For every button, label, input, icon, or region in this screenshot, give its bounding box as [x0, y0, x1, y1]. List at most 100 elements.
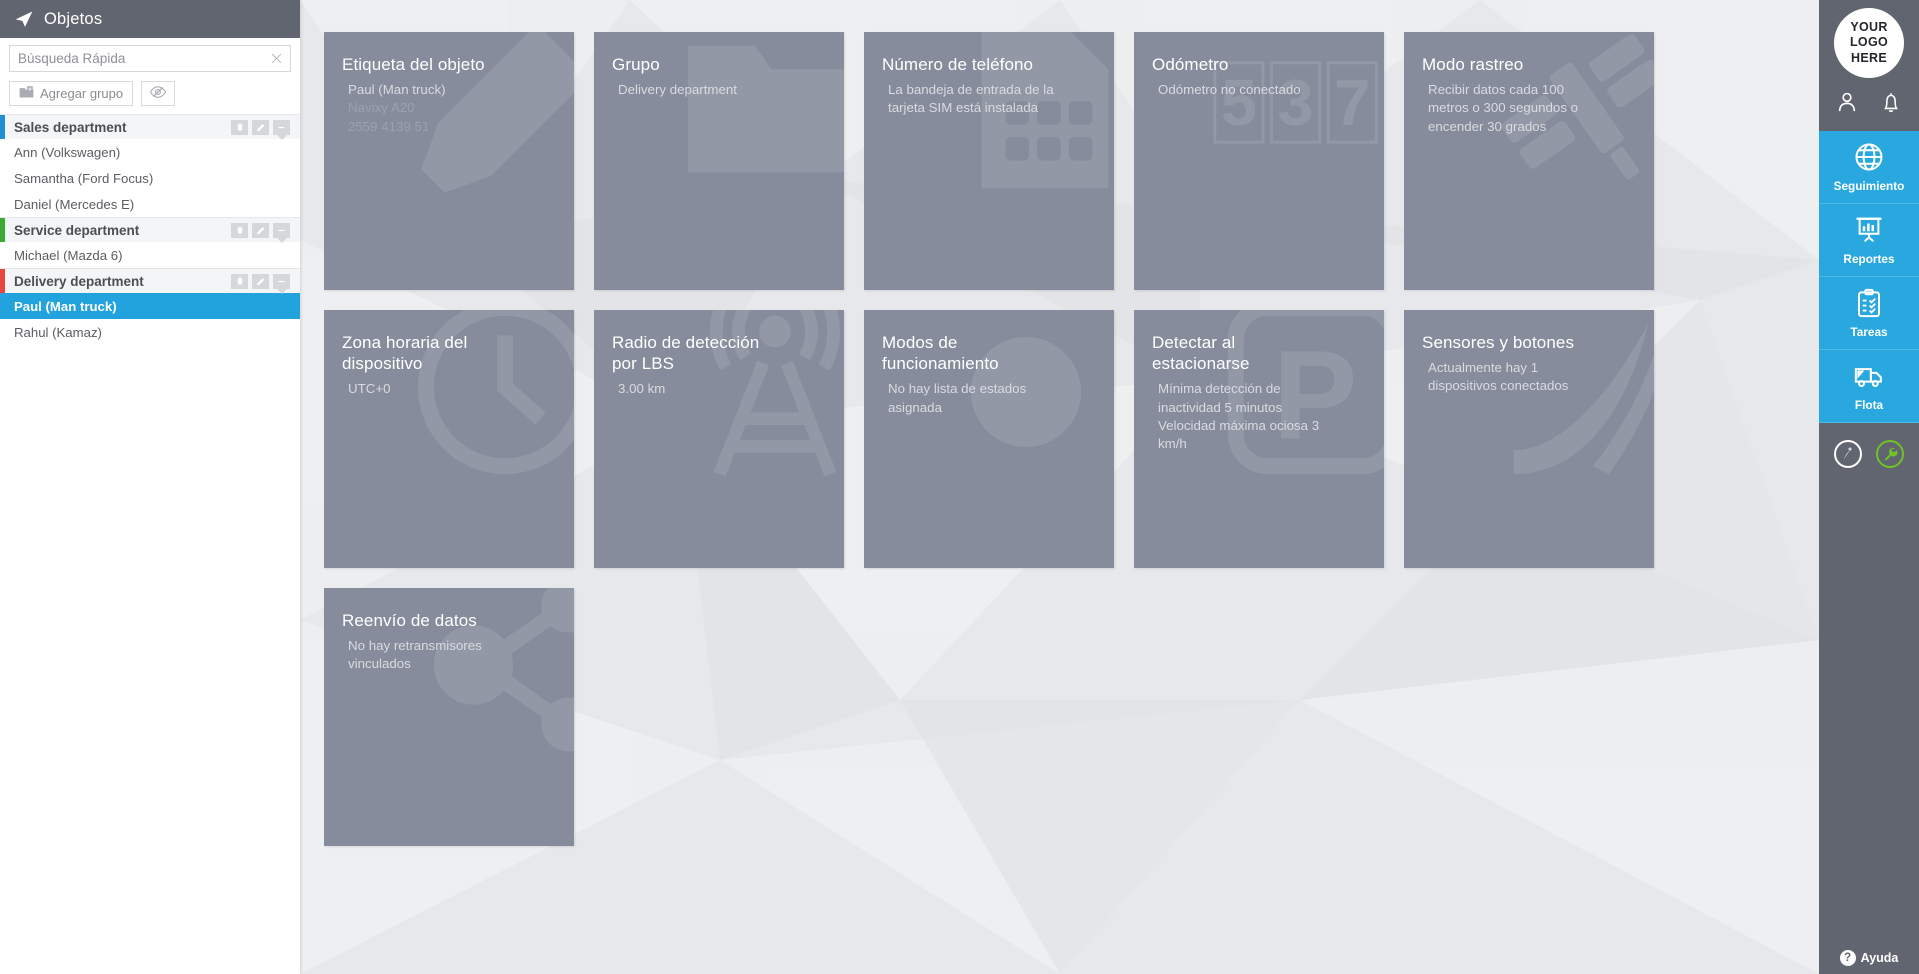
- group-header-delivery[interactable]: Delivery department: [0, 268, 300, 293]
- toggle-visibility-button[interactable]: [141, 81, 176, 106]
- rail-top-icons: [1836, 90, 1902, 119]
- group-actions: [231, 119, 300, 135]
- truck-icon: [1854, 361, 1884, 394]
- list-item[interactable]: Rahul (Kamaz): [0, 319, 300, 345]
- user-icon[interactable]: [1836, 90, 1858, 119]
- card-body: Sensores y botones Actualmente hay 1 dis…: [1404, 310, 1654, 396]
- card-subtitle: UTC+0: [348, 381, 391, 397]
- close-icon[interactable]: [264, 47, 288, 71]
- group-name: Service department: [14, 222, 140, 238]
- group-header-service[interactable]: Service department: [0, 217, 300, 242]
- card-operation-modes[interactable]: Modos de funcionamiento No hay lista de …: [864, 310, 1114, 568]
- card-group[interactable]: Grupo Delivery department: [594, 32, 844, 290]
- help-button[interactable]: ? Ayuda: [1819, 942, 1919, 974]
- wrench-icon[interactable]: [1876, 440, 1904, 468]
- trash-icon[interactable]: [231, 273, 248, 289]
- pencil-icon[interactable]: [252, 273, 269, 289]
- group-actions: [231, 273, 300, 289]
- card-body: Grupo Delivery department: [594, 32, 844, 99]
- object-settings-main: Etiqueta del objeto Paul (Man truck) Nav…: [300, 0, 1819, 974]
- card-title: Etiqueta del objeto: [342, 55, 485, 74]
- list-item-selected[interactable]: Paul (Man truck): [0, 293, 300, 319]
- rail-item-reports[interactable]: Reportes: [1819, 204, 1919, 277]
- list-item[interactable]: Daniel (Mercedes E): [0, 191, 300, 217]
- card-title: Sensores y botones: [1422, 333, 1575, 352]
- add-group-label: Agregar grupo: [40, 86, 124, 101]
- card-title: Modo rastreo: [1422, 55, 1524, 74]
- pencil-icon[interactable]: [252, 119, 269, 135]
- group-header-sales[interactable]: Sales department: [0, 114, 300, 139]
- card-subtitle: Mínima detección de inactividad 5 minuto…: [1152, 380, 1330, 453]
- group-color-bar: [0, 115, 5, 139]
- panel-toolbar: Agregar grupo: [0, 72, 300, 114]
- card-title: Reenvío de datos: [342, 611, 477, 630]
- rail-item-fleet[interactable]: Flota: [1819, 350, 1919, 423]
- card-title: Detectar al estacionarse: [1152, 333, 1250, 374]
- collapse-icon[interactable]: [273, 222, 290, 238]
- object-group-list[interactable]: Sales department Ann (Volkswagen) Samant…: [0, 114, 300, 974]
- trash-icon[interactable]: [231, 222, 248, 238]
- rail-item-label: Flota: [1854, 397, 1884, 412]
- card-odometer[interactable]: 537 Odómetro Odómetro no conectado: [1134, 32, 1384, 290]
- rail-item-tracking[interactable]: Seguimiento: [1819, 131, 1919, 204]
- app-root: Objetos Agregar grupo: [0, 0, 1919, 974]
- card-subtitle: Recibir datos cada 100 metros o 300 segu…: [1428, 82, 1579, 134]
- card-body: Reenvío de datos No hay retransmisores v…: [324, 588, 574, 674]
- group-color-bar: [0, 218, 5, 242]
- group-actions: [231, 222, 300, 238]
- bell-icon[interactable]: [1880, 90, 1902, 119]
- right-navigation-rail: YOUR LOGO HERE Seguimiento Reportes Tare…: [1819, 0, 1919, 974]
- collapse-icon[interactable]: [273, 273, 290, 289]
- rail-item-label: Seguimiento: [1833, 178, 1905, 193]
- card-title: Modos de funcionamiento: [882, 333, 999, 374]
- card-subtitle: No hay retransmisores vinculados: [348, 638, 482, 672]
- card-body: Odómetro Odómetro no conectado: [1134, 32, 1384, 99]
- card-title: Odómetro: [1152, 55, 1229, 74]
- card-title: Número de teléfono: [882, 55, 1034, 74]
- card-body: Modos de funcionamiento No hay lista de …: [864, 310, 1114, 417]
- list-item[interactable]: Michael (Mazda 6): [0, 242, 300, 268]
- logo[interactable]: YOUR LOGO HERE: [1834, 8, 1904, 78]
- list-item[interactable]: Ann (Volkswagen): [0, 139, 300, 165]
- collapse-icon[interactable]: [273, 119, 290, 135]
- card-sub-line: Paul (Man truck): [348, 82, 446, 98]
- group-color-bar: [0, 269, 5, 293]
- card-tracking-mode[interactable]: Modo rastreo Recibir datos cada 100 metr…: [1404, 32, 1654, 290]
- logo-line-1: YOUR: [1850, 20, 1888, 35]
- globe-icon: [1854, 142, 1884, 175]
- help-label: Ayuda: [1860, 951, 1899, 965]
- card-title: Zona horaria del dispositivo: [342, 333, 468, 374]
- question-mark-icon: ?: [1839, 950, 1856, 966]
- card-title: Radio de detección por LBS: [612, 333, 760, 374]
- add-group-button[interactable]: Agregar grupo: [9, 81, 134, 106]
- list-item[interactable]: Samantha (Ford Focus): [0, 165, 300, 191]
- rail-item-tasks[interactable]: Tareas: [1819, 277, 1919, 350]
- logo-line-2: LOGO: [1849, 35, 1888, 50]
- card-subtitle: Actualmente hay 1 dispositivos conectado…: [1428, 360, 1569, 394]
- card-data-forwarding[interactable]: Reenvío de datos No hay retransmisores v…: [324, 588, 574, 846]
- card-device-timezone[interactable]: Zona horaria del dispositivo UTC+0: [324, 310, 574, 568]
- card-phone-number[interactable]: Número de teléfono La bandeja de entrada…: [864, 32, 1114, 290]
- search-box: [9, 45, 291, 72]
- card-body: Zona horaria del dispositivo UTC+0: [324, 310, 574, 399]
- page-title: Objetos: [44, 9, 103, 28]
- card-object-label[interactable]: Etiqueta del objeto Paul (Man truck) Nav…: [324, 32, 574, 290]
- pencil-icon[interactable]: [252, 222, 269, 238]
- logo-line-3: HERE: [1851, 50, 1887, 65]
- card-body: Modo rastreo Recibir datos cada 100 metr…: [1404, 32, 1654, 136]
- card-sensors-buttons[interactable]: Sensores y botones Actualmente hay 1 dis…: [1404, 310, 1654, 568]
- card-subtitle: Odómetro no conectado: [1158, 82, 1301, 98]
- card-subtitle: Delivery department: [618, 82, 737, 98]
- card-body: Detectar al estacionarse Mínima detecció…: [1134, 310, 1384, 454]
- trash-icon[interactable]: [231, 119, 248, 135]
- group-name: Sales department: [14, 119, 127, 135]
- card-lbs-detection-radius[interactable]: Radio de detección por LBS 3.00 km: [594, 310, 844, 568]
- report-chart-icon: [1854, 215, 1884, 248]
- search-input[interactable]: [10, 51, 264, 66]
- cursor-add-icon[interactable]: [1834, 440, 1862, 468]
- card-subtitle: Paul (Man truck) Navixy A20 2559 4139 51: [342, 81, 556, 136]
- rail-item-label: Reportes: [1843, 251, 1895, 266]
- rail-nav: Seguimiento Reportes Tareas Flota: [1819, 131, 1919, 423]
- card-body: Número de teléfono La bandeja de entrada…: [864, 32, 1114, 118]
- card-parking-detection[interactable]: P Detectar al estacionarse Mínima detecc…: [1134, 310, 1384, 568]
